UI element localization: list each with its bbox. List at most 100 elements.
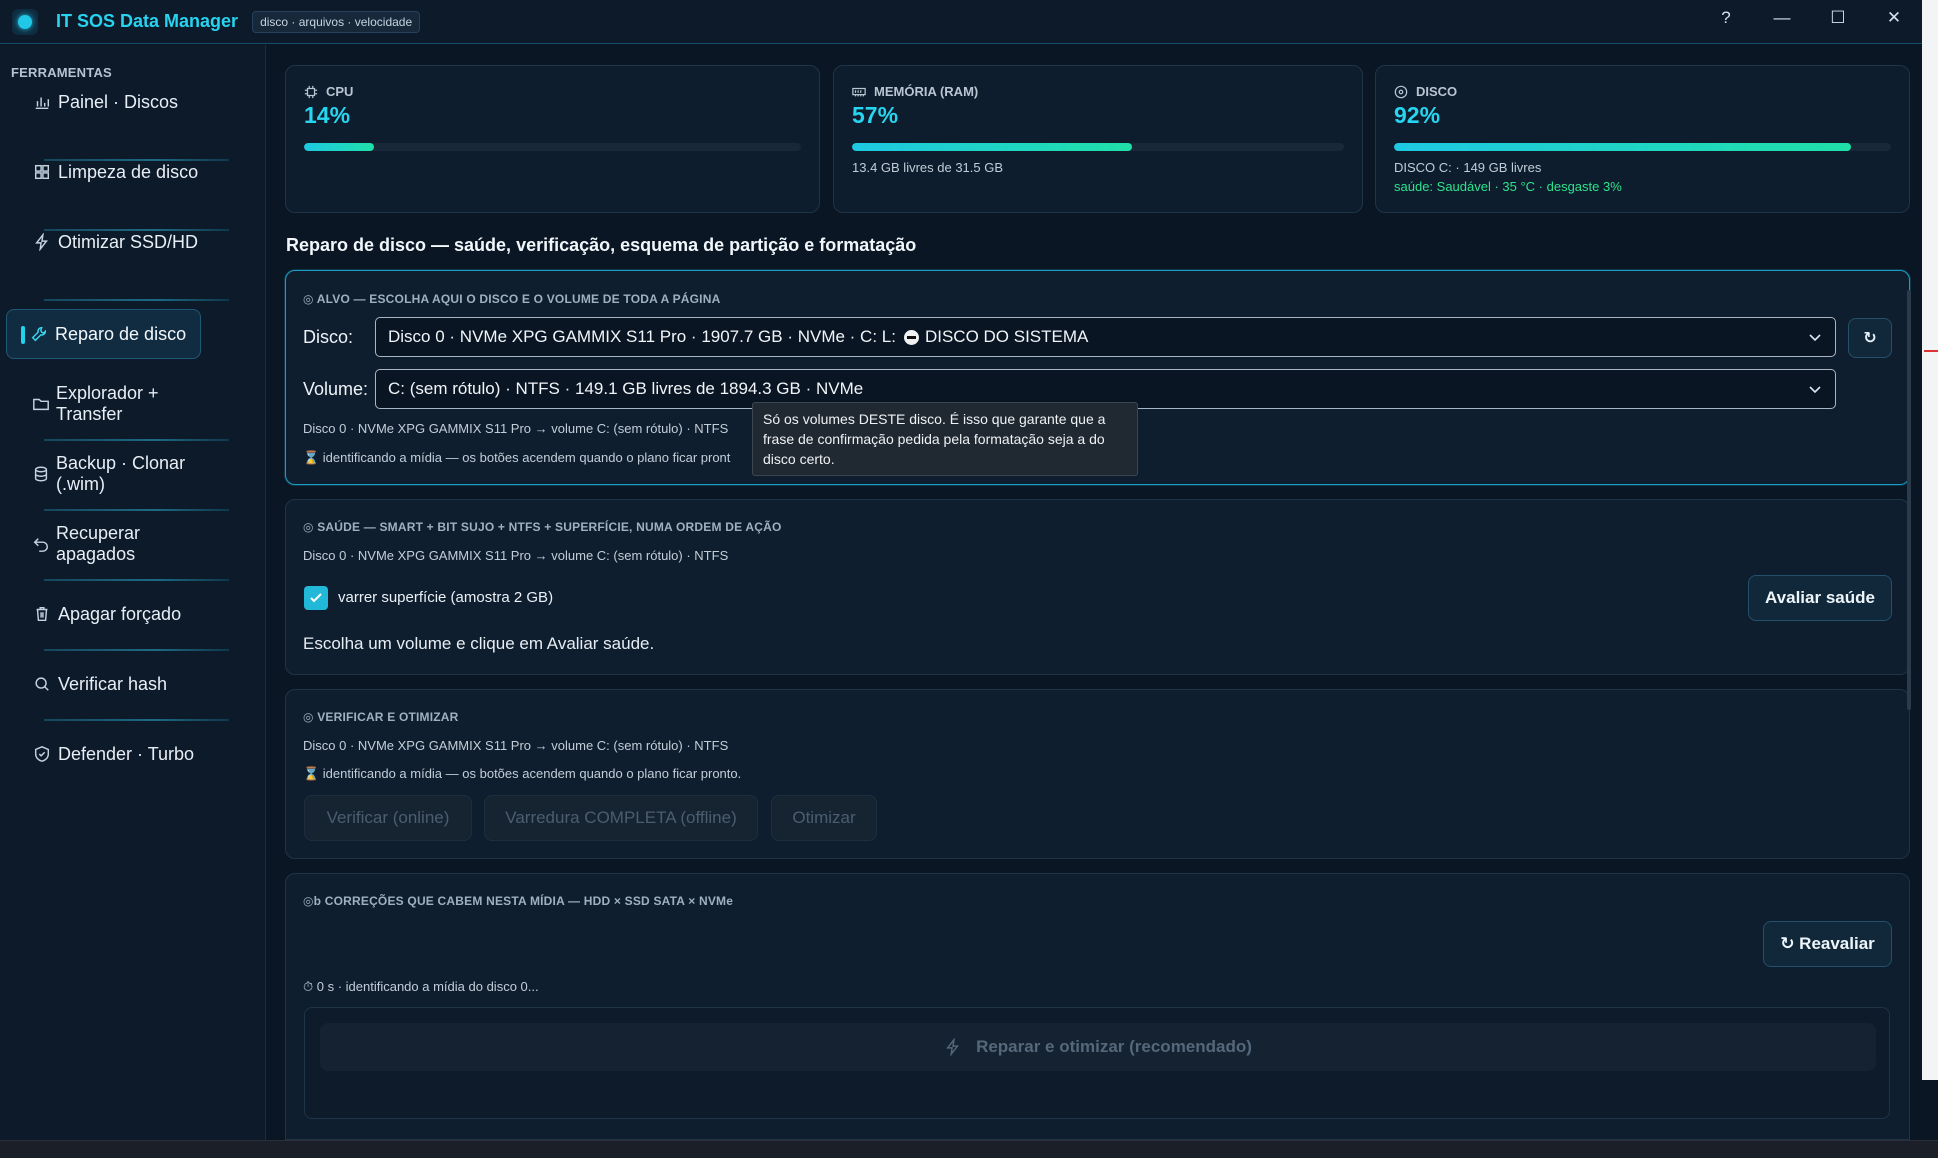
- scrollbar[interactable]: [1907, 290, 1911, 710]
- disk-select-value: Disco 0 · NVMe XPG GAMMIX S11 Pro · 1907…: [388, 327, 896, 346]
- volume-tooltip: Só os volumes DESTE disco. É isso que ga…: [752, 402, 1138, 476]
- disk-card: DISCO 92% DISCO C: · 149 GB livres saúde…: [1375, 65, 1910, 213]
- volume-field-label: Volume:: [303, 379, 369, 399]
- sidebar-item-label: Defender · Turbo: [58, 743, 195, 764]
- ram-card: MEMÓRIA (RAM) 57% 13.4 GB livres de 31.5…: [833, 65, 1363, 213]
- help-button[interactable]: ?: [1698, 0, 1754, 36]
- disk-progress-fill: [1394, 143, 1852, 151]
- cpu-label: CPU: [304, 84, 353, 99]
- app-title: IT SOS Data Manager: [56, 11, 239, 31]
- sidebar-item-otimizar[interactable]: Otimizar SSD/HD: [6, 217, 201, 267]
- disk-label: DISCO: [1394, 84, 1457, 99]
- shield-icon: [32, 744, 52, 764]
- chevron-down-icon: [1809, 386, 1821, 394]
- disk-icon: [1394, 85, 1408, 98]
- lightning-icon: [946, 1038, 960, 1056]
- fixes-panel: ◎b CORREÇÕES QUE CABEM NESTA MÍDIA — HDD…: [285, 873, 1910, 1140]
- verify-status: ⌛ identificando a mídia — os botões acen…: [303, 766, 742, 781]
- disk-health-text: saúde: Saudável · 35 °C · desgaste 3%: [1394, 179, 1622, 194]
- no-entry-icon: [903, 329, 919, 345]
- database-icon: [32, 464, 50, 484]
- disk-select[interactable]: Disco 0 · NVMe XPG GAMMIX S11 Pro · 1907…: [375, 317, 1836, 357]
- cpu-progress: [304, 143, 801, 151]
- background-window-edge: [1922, 0, 1938, 1080]
- close-button[interactable]: ✕: [1866, 0, 1922, 36]
- maximize-button[interactable]: ☐: [1810, 0, 1866, 36]
- system-disk-badge: DISCO DO SISTEMA: [903, 327, 1088, 347]
- disk-progress: [1394, 143, 1891, 151]
- wrench-icon: [29, 324, 49, 344]
- sidebar-item-painel[interactable]: Painel · Discos: [6, 77, 201, 127]
- taskbar: [0, 1140, 1938, 1158]
- divider: [44, 509, 229, 511]
- evaluate-health-button[interactable]: Avaliar saúde: [1748, 575, 1892, 621]
- window-controls: ? — ☐ ✕: [1698, 0, 1922, 36]
- health-heading: ◎ SAÚDE — SMART + BIT SUJO + NTFS + SUPE…: [303, 520, 782, 534]
- sidebar-item-label: Backup · Clonar (.wim): [56, 453, 186, 494]
- sidebar-item-backup[interactable]: Backup · Clonar (.wim): [6, 449, 201, 499]
- divider: [44, 649, 229, 651]
- sidebar-item-label: Verificar hash: [58, 673, 168, 694]
- sidebar-item-explorador[interactable]: Explorador + Transfer: [6, 379, 201, 429]
- volume-select-value: C: (sem rótulo) · NTFS · 149.1 GB livres…: [388, 379, 864, 398]
- undo-icon: [32, 534, 50, 554]
- app-logo-icon: [12, 8, 38, 35]
- sidebar-item-label: Recuperar apagados: [56, 523, 141, 564]
- sidebar-item-recuperar[interactable]: Recuperar apagados: [6, 519, 201, 569]
- lightning-icon: [32, 232, 52, 252]
- sidebar-item-label: Apagar forçado: [58, 603, 182, 624]
- sidebar-item-reparo[interactable]: Reparo de disco: [6, 309, 201, 359]
- sidebar-item-hash[interactable]: Verificar hash: [6, 659, 201, 709]
- sidebar: FERRAMENTAS Painel · Discos Limpeza de d…: [0, 45, 266, 1140]
- health-summary: Disco 0 · NVMe XPG GAMMIX S11 Pro → volu…: [303, 548, 729, 563]
- cpu-icon: [304, 85, 318, 98]
- optimize-button[interactable]: Otimizar: [771, 795, 877, 841]
- disk-field-label: Disco:: [303, 327, 354, 347]
- sidebar-item-label: Explorador + Transfer: [56, 383, 159, 424]
- health-hint: Escolha um volume e clique em Avaliar sa…: [303, 634, 655, 653]
- surface-scan-checkbox[interactable]: [304, 586, 328, 610]
- verify-heading: ◎ VERIFICAR E OTIMIZAR: [303, 710, 459, 724]
- bar-chart-icon: [32, 92, 52, 112]
- ram-free-text: 13.4 GB livres de 31.5 GB: [852, 160, 1004, 175]
- target-heading: ◎ ALVO — ESCOLHA AQUI O DISCO E O VOLUME…: [303, 292, 721, 306]
- grid-icon: [32, 162, 52, 182]
- sidebar-item-apagar[interactable]: Apagar forçado: [6, 589, 201, 639]
- sidebar-item-defender[interactable]: Defender · Turbo: [6, 729, 201, 779]
- minimize-button[interactable]: —: [1754, 0, 1810, 36]
- sidebar-item-limpeza[interactable]: Limpeza de disco: [6, 147, 201, 197]
- sidebar-item-label: Painel · Discos: [58, 91, 179, 112]
- ram-progress-fill: [852, 143, 1133, 151]
- search-icon: [32, 674, 52, 694]
- folder-icon: [32, 394, 50, 414]
- fixes-status: ⏱ 0 s · identificando a mídia do disco 0…: [303, 979, 539, 994]
- ram-value: 57%: [852, 102, 899, 128]
- chevron-down-icon: [1809, 334, 1821, 342]
- target-summary: Disco 0 · NVMe XPG GAMMIX S11 Pro → volu…: [303, 421, 729, 436]
- divider: [44, 719, 229, 721]
- cpu-card: CPU 14%: [285, 65, 820, 213]
- app-tag: disco · arquivos · velocidade: [252, 10, 421, 33]
- health-panel: ◎ SAÚDE — SMART + BIT SUJO + NTFS + SUPE…: [285, 499, 1910, 675]
- target-status: ⌛ identificando a mídia — os botões acen…: [303, 450, 731, 465]
- disk-free-text: DISCO C: · 149 GB livres: [1394, 160, 1542, 175]
- page-title: Reparo de disco — saúde, verificação, es…: [286, 235, 917, 255]
- refresh-button[interactable]: ↻: [1848, 318, 1892, 358]
- divider: [44, 439, 229, 441]
- verify-summary: Disco 0 · NVMe XPG GAMMIX S11 Pro → volu…: [303, 738, 729, 753]
- sidebar-item-label: Reparo de disco: [55, 323, 187, 344]
- memory-icon: [852, 87, 866, 96]
- repair-optimize-button[interactable]: Reparar e otimizar (recomendado): [320, 1023, 1876, 1071]
- sidebar-item-label: Otimizar SSD/HD: [58, 231, 199, 252]
- verify-panel: ◎ VERIFICAR E OTIMIZAR Disco 0 · NVMe XP…: [285, 689, 1910, 859]
- verify-online-button[interactable]: Verificar (online): [304, 795, 472, 841]
- cpu-progress-fill: [304, 143, 374, 151]
- disk-value: 92%: [1394, 102, 1441, 128]
- full-scan-offline-button[interactable]: Varredura COMPLETA (offline): [484, 795, 758, 841]
- divider: [44, 579, 229, 581]
- check-icon: [310, 593, 322, 603]
- divider: [44, 299, 229, 301]
- reevaluate-button[interactable]: ↻ Reavaliar: [1763, 921, 1892, 967]
- sidebar-item-label: Limpeza de disco: [58, 161, 199, 182]
- ram-progress: [852, 143, 1344, 151]
